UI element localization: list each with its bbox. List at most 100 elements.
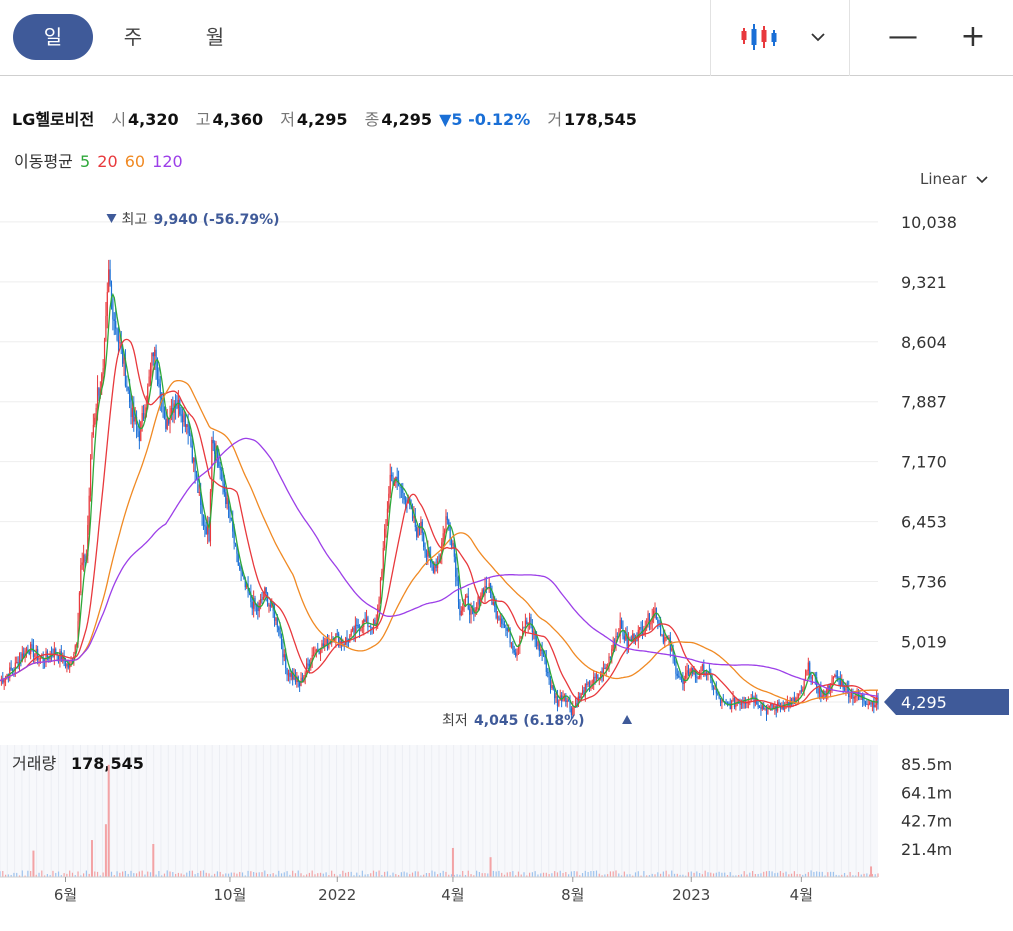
candle-body [191, 445, 193, 463]
candle-body [198, 492, 200, 494]
volume-bar [484, 873, 486, 877]
volume-bar [264, 870, 266, 877]
volume-bar [595, 870, 598, 877]
candle-body [548, 673, 550, 680]
candle-body [719, 698, 722, 703]
volume-bar [350, 871, 352, 877]
volume-bar [760, 873, 762, 877]
candle-body [640, 627, 642, 629]
candle-body [790, 699, 793, 701]
candle-body [457, 581, 460, 602]
x-tick-label: 2023 [672, 886, 710, 904]
volume-bar [188, 870, 191, 877]
candle-body [357, 624, 359, 629]
price-tick-label: 5,019 [901, 632, 947, 651]
candle-body [374, 620, 376, 625]
candle-body [512, 643, 514, 650]
volume-bar [133, 873, 135, 877]
candle-body [220, 470, 223, 472]
candle-body [678, 675, 680, 677]
candle-body [322, 643, 324, 647]
volume-bar [476, 870, 478, 877]
volume-bar [94, 871, 96, 877]
candle-body [126, 385, 128, 387]
candle-body [796, 697, 798, 699]
volume-bar [489, 857, 492, 877]
volume-bar [771, 871, 773, 877]
volume-bar [779, 871, 782, 877]
volume-bar [827, 872, 829, 877]
candle-body [346, 637, 348, 640]
volume-bar [77, 871, 79, 877]
candle-body [699, 675, 701, 678]
candle-body [863, 700, 865, 702]
candle-body [804, 675, 807, 679]
volume-bar [570, 871, 572, 877]
volume-bar [724, 872, 726, 877]
candle-body [765, 708, 768, 715]
volume-bar [612, 871, 614, 877]
candle-body [495, 606, 497, 618]
volume-bar [439, 872, 441, 877]
candle-body [446, 516, 448, 521]
volume-bar [481, 873, 483, 877]
volume-bar [177, 872, 179, 877]
volume-bar [431, 870, 433, 877]
x-tick-label: 10월 [214, 886, 247, 904]
volume-bar [531, 872, 533, 877]
volume-bar [317, 873, 319, 877]
volume-bar [233, 872, 235, 877]
candle-body [535, 639, 538, 647]
candle-body [187, 424, 189, 434]
candle-body [179, 399, 181, 415]
candle-body [675, 660, 677, 674]
candle-body [391, 474, 393, 477]
volume-bar [777, 872, 779, 877]
price-chart[interactable]: 10,038 9,321 8,604 7,887 7,170 6,453 5,736 5,01… [0, 0, 1013, 931]
candle-body [81, 562, 83, 566]
candle-body [141, 413, 143, 422]
volume-bar [877, 873, 879, 877]
candle-body [442, 533, 444, 543]
volume-bar [69, 870, 71, 877]
volume-bar [857, 872, 860, 877]
candle-body [760, 707, 762, 710]
candle-body [834, 675, 836, 678]
candle-body [537, 642, 539, 647]
candle-body [634, 640, 637, 642]
candle-body [864, 701, 867, 704]
volume-bar [576, 871, 578, 877]
candle-body [528, 617, 531, 623]
candle-body [853, 697, 855, 699]
volume-bar [205, 872, 207, 877]
candle-body [163, 406, 166, 420]
volume-bar [236, 873, 238, 877]
price-tick-label: 10,038 [901, 213, 957, 232]
candle-body [425, 553, 428, 557]
candle-body [515, 652, 517, 656]
volume-bar [545, 872, 547, 877]
candle-body [799, 690, 801, 694]
volume-bar [687, 872, 690, 877]
volume-bar [406, 872, 408, 877]
volume-bar [442, 870, 444, 877]
candle-body [226, 497, 228, 505]
volume-bar [27, 870, 29, 877]
candle-body [367, 617, 369, 627]
volume-bar [152, 844, 155, 877]
volume-bar [743, 871, 745, 877]
candle-body [586, 683, 588, 685]
volume-bar [345, 872, 347, 877]
volume-bar [225, 873, 227, 877]
volume-bar [492, 870, 494, 877]
candle-body [45, 651, 47, 663]
candle-body [278, 627, 280, 631]
candle-body [290, 672, 292, 677]
candle-body [262, 597, 264, 600]
candle-body [685, 672, 687, 679]
candle-body [806, 670, 808, 676]
volume-panel-value: 178,545 [71, 754, 144, 773]
candle-body [80, 565, 82, 593]
volume-bar [255, 872, 258, 877]
candle-body [740, 702, 743, 705]
